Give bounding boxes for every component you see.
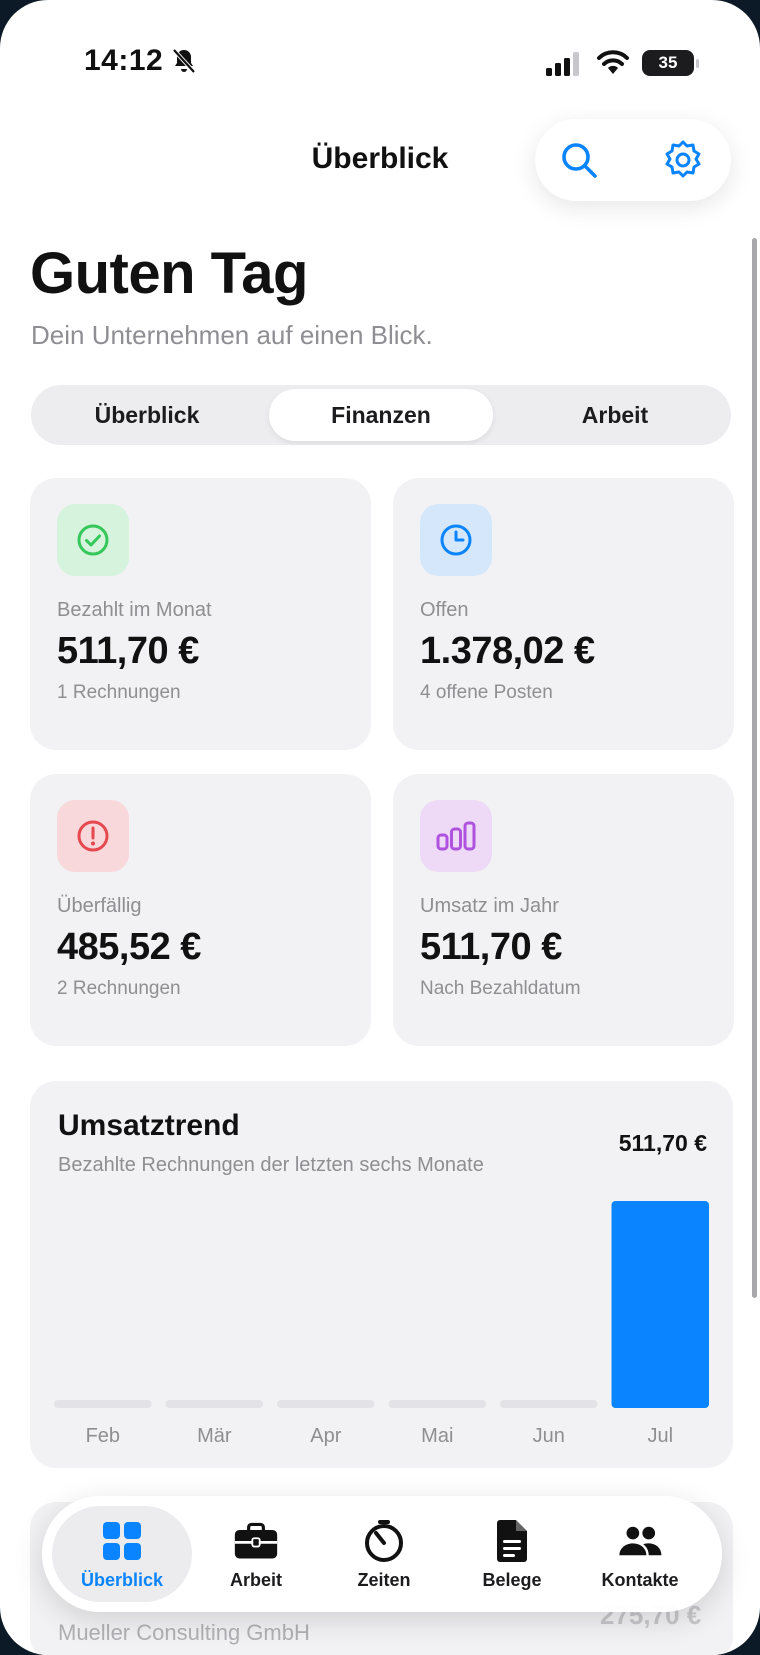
- chart-tick-label: Jun: [533, 1425, 565, 1447]
- wifi-icon: [597, 50, 629, 74]
- greeting-title: Guten Tag: [30, 241, 308, 306]
- segment-finanzen[interactable]: Finanzen: [269, 389, 493, 441]
- stat-label: Überfällig: [57, 895, 142, 917]
- battery-icon: 35: [642, 50, 699, 76]
- tab-bar: Überblick Arbeit Zeiten Belege Kontakte: [42, 1496, 722, 1612]
- status-bar: 14:12 35: [0, 0, 760, 120]
- bell-slash-icon: [172, 48, 196, 74]
- people-icon: [617, 1518, 663, 1564]
- stat-label: Offen: [420, 599, 469, 621]
- segment-arbeit[interactable]: Arbeit: [503, 389, 727, 441]
- chart-bar-jun: [500, 1400, 598, 1408]
- checkmark-circle-icon: [77, 524, 109, 556]
- app-screen: 14:12 35 Überblick Guten Tag Dein Untern…: [0, 0, 760, 1655]
- list-item-name: Mueller Consulting GmbH: [58, 1620, 310, 1645]
- stat-card-revenue-year[interactable]: Umsatz im Jahr 511,70 € Nach Bezahldatum: [393, 774, 734, 1046]
- segmented-control: Überblick Finanzen Arbeit: [31, 385, 731, 445]
- timer-icon: [361, 1518, 407, 1564]
- stat-badge: [57, 504, 129, 576]
- chart-tick-label: Mär: [197, 1425, 232, 1447]
- segment-ueberblick[interactable]: Überblick: [35, 389, 259, 441]
- tab-label: Zeiten: [357, 1570, 411, 1590]
- bar-chart-icon: [436, 821, 476, 851]
- revenue-bar-chart: Feb Mär Apr Mai Jun Jul: [54, 1201, 709, 1447]
- grid-icon: [99, 1518, 145, 1564]
- chart-tick-label: Apr: [310, 1425, 341, 1447]
- status-time: 14:12: [84, 44, 164, 77]
- cellular-signal-icon: [546, 52, 579, 76]
- stat-badge: [420, 800, 492, 872]
- briefcase-icon: [233, 1518, 279, 1564]
- document-icon: [489, 1518, 535, 1564]
- scrollbar[interactable]: [752, 238, 757, 1298]
- chart-bar-feb: [54, 1400, 152, 1408]
- stat-card-overdue[interactable]: Überfällig 485,52 € 2 Rechnungen: [30, 774, 371, 1046]
- tab-kontakte[interactable]: Kontakte: [576, 1506, 704, 1602]
- chart-bar-jul: [611, 1201, 709, 1408]
- stat-value: 511,70 €: [57, 630, 199, 672]
- stat-caption: 4 offene Posten: [420, 682, 553, 703]
- chart-bar-mai: [388, 1400, 486, 1408]
- search-icon: [562, 143, 597, 178]
- greeting-subtitle: Dein Unternehmen auf einen Blick.: [31, 320, 433, 350]
- stat-badge: [57, 800, 129, 872]
- chart-tick-label: Mai: [421, 1425, 453, 1447]
- stat-label: Bezahlt im Monat: [57, 599, 212, 621]
- tab-label: Arbeit: [229, 1570, 282, 1590]
- chart-tick-label: Feb: [86, 1425, 120, 1447]
- search-button[interactable]: [555, 136, 603, 184]
- tab-belege[interactable]: Belege: [448, 1506, 576, 1602]
- chart-bar-mär: [165, 1400, 263, 1408]
- tab-zeiten[interactable]: Zeiten: [320, 1506, 448, 1602]
- header-actions: [535, 119, 731, 201]
- settings-button[interactable]: [659, 136, 707, 184]
- stat-card-paid[interactable]: Bezahlt im Monat 511,70 € 1 Rechnungen: [30, 478, 371, 750]
- stat-caption: Nach Bezahldatum: [420, 978, 581, 999]
- tab-label: Belege: [482, 1570, 542, 1590]
- gear-icon: [665, 140, 701, 178]
- stat-value: 511,70 €: [420, 926, 562, 968]
- tab-ueberblick[interactable]: Überblick: [52, 1506, 192, 1602]
- tab-label: Überblick: [80, 1570, 164, 1590]
- tab-arbeit[interactable]: Arbeit: [192, 1506, 320, 1602]
- stat-card-open[interactable]: Offen 1.378,02 € 4 offene Posten: [393, 478, 734, 750]
- stat-value: 1.378,02 €: [420, 630, 595, 672]
- tab-label: Kontakte: [601, 1570, 679, 1590]
- stat-badge: [420, 504, 492, 576]
- chart-bar-apr: [277, 1400, 375, 1408]
- exclamation-circle-icon: [77, 820, 109, 852]
- clock-icon: [440, 524, 472, 556]
- chart-tick-label: Jul: [648, 1425, 674, 1447]
- stat-caption: 1 Rechnungen: [57, 682, 181, 703]
- stat-value: 485,52 €: [57, 926, 201, 968]
- stat-label: Umsatz im Jahr: [420, 895, 559, 917]
- revenue-trend-card[interactable]: Umsatztrend Bezahlte Rechnungen der letz…: [30, 1081, 733, 1468]
- stat-caption: 2 Rechnungen: [57, 978, 181, 999]
